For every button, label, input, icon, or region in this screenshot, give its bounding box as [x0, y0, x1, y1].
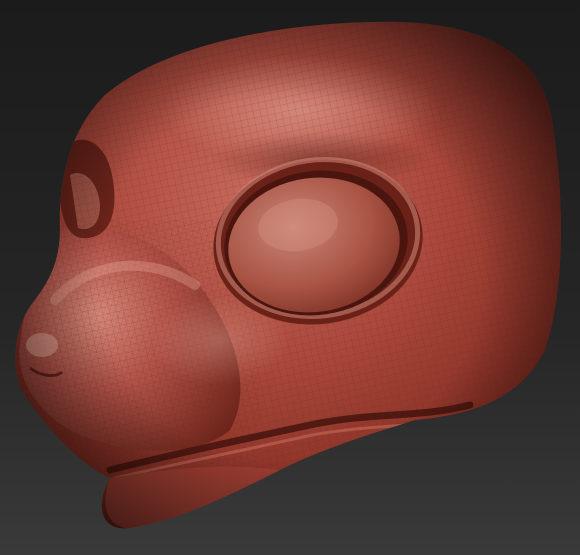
3d-viewport[interactable] — [0, 0, 580, 555]
viewport-canvas[interactable] — [0, 0, 580, 555]
